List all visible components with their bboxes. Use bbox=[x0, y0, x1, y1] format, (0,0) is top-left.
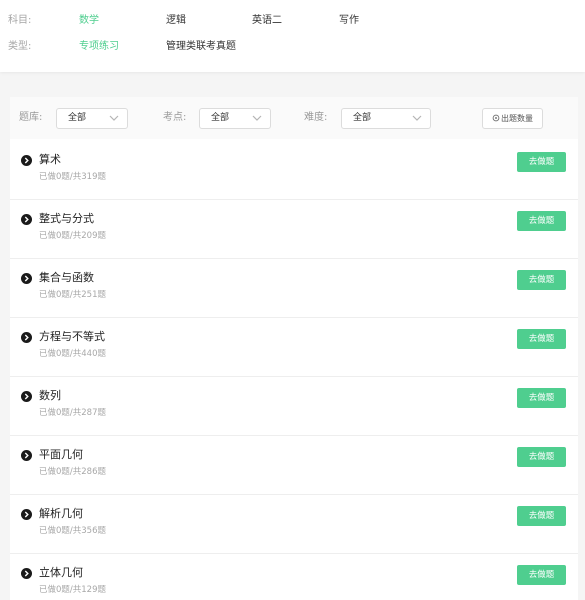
difficulty-label: 难度: bbox=[304, 112, 328, 123]
topic-progress: 已做0题/共251题 bbox=[39, 290, 106, 300]
topic-title: 方程与不等式 bbox=[39, 330, 105, 343]
question-count-button[interactable]: 出题数量 bbox=[482, 108, 543, 129]
subject-filter-label: 科目: bbox=[8, 15, 32, 26]
topic-title: 解析几何 bbox=[39, 507, 83, 520]
chevron-right-icon bbox=[21, 450, 32, 461]
start-practice-button[interactable]: 去做题 bbox=[517, 211, 566, 231]
topic-progress: 已做0题/共319题 bbox=[39, 172, 106, 182]
list-item: 立体几何 已做0题/共129题 去做题 bbox=[10, 554, 578, 600]
subject-option-logic[interactable]: 逻辑 bbox=[166, 13, 186, 29]
list-item: 整式与分式 已做0题/共209题 去做题 bbox=[10, 200, 578, 259]
start-practice-button[interactable]: 去做题 bbox=[517, 152, 566, 172]
question-count-label: 出题数量 bbox=[501, 114, 533, 123]
start-practice-button[interactable]: 去做题 bbox=[517, 447, 566, 467]
chevron-right-icon bbox=[21, 273, 32, 284]
bank-select-value: 全部 bbox=[68, 113, 87, 123]
bank-label: 题库: bbox=[19, 112, 43, 123]
list-item: 解析几何 已做0题/共356题 去做题 bbox=[10, 495, 578, 554]
list-item: 集合与函数 已做0题/共251题 去做题 bbox=[10, 259, 578, 318]
chevron-down-icon bbox=[412, 115, 422, 121]
topic-progress: 已做0题/共440题 bbox=[39, 349, 106, 359]
topic-title: 立体几何 bbox=[39, 566, 83, 579]
chevron-down-icon bbox=[252, 115, 262, 121]
list-item: 平面几何 已做0题/共286题 去做题 bbox=[10, 436, 578, 495]
topic-title: 集合与函数 bbox=[39, 271, 94, 284]
question-bank-panel: 题库: 全部 考点: 全部 难度: 全部 出题数量 算术 已做0题/共319题 … bbox=[10, 97, 578, 600]
gear-icon bbox=[492, 114, 500, 121]
topic-progress: 已做0题/共287题 bbox=[39, 408, 106, 418]
start-practice-button[interactable]: 去做题 bbox=[517, 388, 566, 408]
chevron-right-icon bbox=[21, 391, 32, 402]
subject-option-writing[interactable]: 写作 bbox=[339, 13, 359, 29]
topic-progress: 已做0题/共356题 bbox=[39, 526, 106, 536]
topic-title: 算术 bbox=[39, 153, 61, 166]
topic-title: 平面几何 bbox=[39, 448, 83, 461]
start-practice-button[interactable]: 去做题 bbox=[517, 270, 566, 290]
chevron-right-icon bbox=[21, 509, 32, 520]
start-practice-button[interactable]: 去做题 bbox=[517, 506, 566, 526]
chevron-down-icon bbox=[109, 115, 119, 121]
topic-progress: 已做0题/共286题 bbox=[39, 467, 106, 477]
list-item: 方程与不等式 已做0题/共440题 去做题 bbox=[10, 318, 578, 377]
point-select-value: 全部 bbox=[211, 113, 230, 123]
point-select[interactable]: 全部 bbox=[199, 108, 271, 129]
difficulty-select[interactable]: 全部 bbox=[341, 108, 431, 129]
topic-list: 算术 已做0题/共319题 去做题 整式与分式 已做0题/共209题 去做题 集… bbox=[10, 141, 578, 600]
type-option-topic-practice[interactable]: 专项练习 bbox=[79, 39, 119, 55]
difficulty-select-value: 全部 bbox=[353, 113, 372, 123]
chevron-right-icon bbox=[21, 155, 32, 166]
chevron-right-icon bbox=[21, 332, 32, 343]
filter-panel: 科目: 数学 逻辑 英语二 写作 类型: 专项练习 管理类联考真题 bbox=[0, 0, 585, 72]
chevron-right-icon bbox=[21, 568, 32, 579]
list-item: 算术 已做0题/共319题 去做题 bbox=[10, 141, 578, 200]
subject-option-math[interactable]: 数学 bbox=[79, 13, 99, 29]
list-item: 数列 已做0题/共287题 去做题 bbox=[10, 377, 578, 436]
topic-progress: 已做0题/共209题 bbox=[39, 231, 106, 241]
toolbar: 题库: 全部 考点: 全部 难度: 全部 出题数量 bbox=[10, 97, 578, 139]
start-practice-button[interactable]: 去做题 bbox=[517, 565, 566, 585]
subject-option-english[interactable]: 英语二 bbox=[252, 13, 282, 29]
start-practice-button[interactable]: 去做题 bbox=[517, 329, 566, 349]
bank-select[interactable]: 全部 bbox=[56, 108, 128, 129]
chevron-right-icon bbox=[21, 214, 32, 225]
point-label: 考点: bbox=[163, 112, 187, 123]
type-option-past-exams[interactable]: 管理类联考真题 bbox=[166, 39, 236, 55]
topic-progress: 已做0题/共129题 bbox=[39, 585, 106, 595]
topic-title: 数列 bbox=[39, 389, 61, 402]
topic-title: 整式与分式 bbox=[39, 212, 94, 225]
type-filter-label: 类型: bbox=[8, 41, 32, 52]
